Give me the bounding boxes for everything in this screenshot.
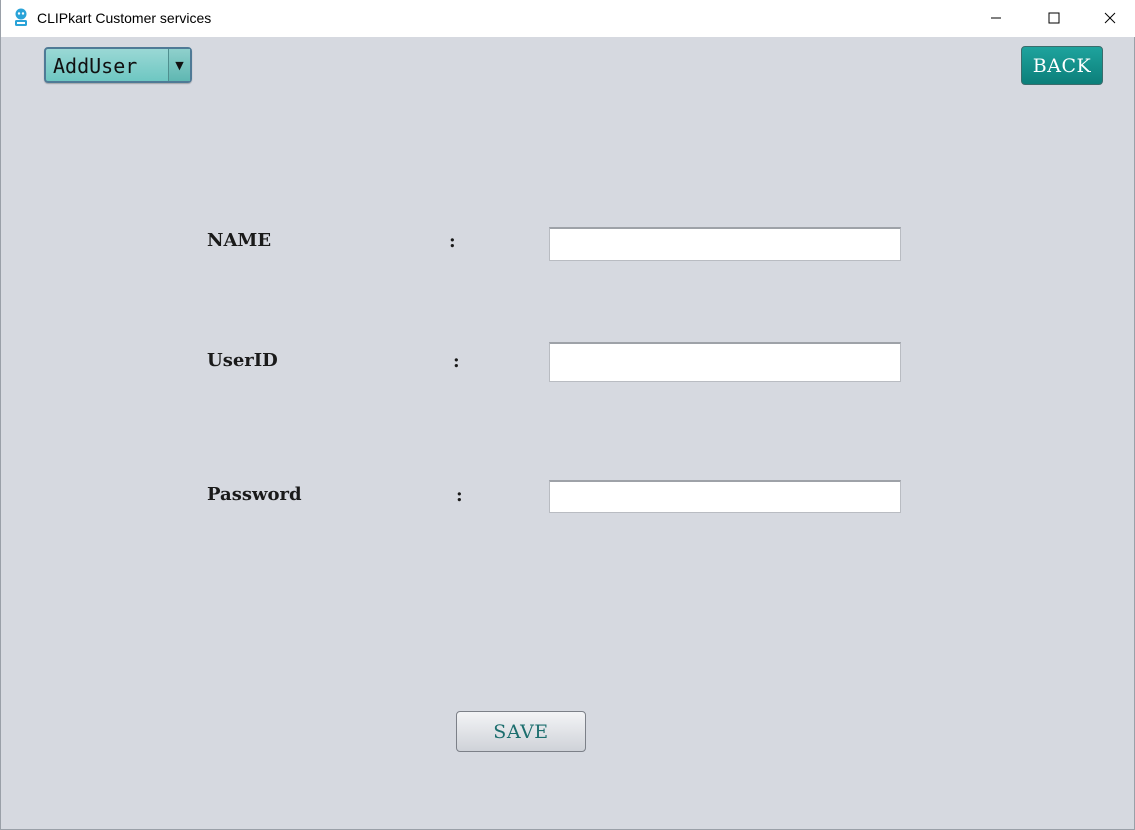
name-input[interactable] [549, 227, 901, 261]
name-label: NAME [207, 230, 272, 251]
maximize-button[interactable] [1025, 0, 1083, 37]
close-button[interactable] [1083, 0, 1135, 37]
minimize-icon [990, 9, 1002, 28]
mode-select-toggle[interactable]: ▼ [168, 49, 190, 81]
maximize-icon [1048, 9, 1060, 28]
userid-label: UserID [207, 350, 278, 371]
title-bar: CLIPkart Customer services [1, 0, 1135, 37]
mode-select-value: AddUser [53, 54, 138, 78]
save-button[interactable]: SAVE [456, 711, 586, 752]
userid-input[interactable] [549, 342, 901, 382]
app-window: CLIPkart Customer services AddUser ▼ BAC… [0, 0, 1135, 830]
close-icon [1104, 9, 1116, 28]
name-colon: : [449, 231, 456, 252]
userid-colon: : [453, 351, 460, 372]
chevron-down-icon: ▼ [175, 58, 184, 72]
password-input[interactable] [549, 480, 901, 513]
password-colon: : [456, 485, 463, 506]
window-title: CLIPkart Customer services [37, 10, 212, 26]
mode-select[interactable]: AddUser ▼ [44, 47, 192, 83]
password-label: Password [207, 484, 302, 505]
robot-icon [12, 8, 30, 28]
minimize-button[interactable] [967, 0, 1025, 37]
back-button[interactable]: BACK [1021, 46, 1103, 85]
